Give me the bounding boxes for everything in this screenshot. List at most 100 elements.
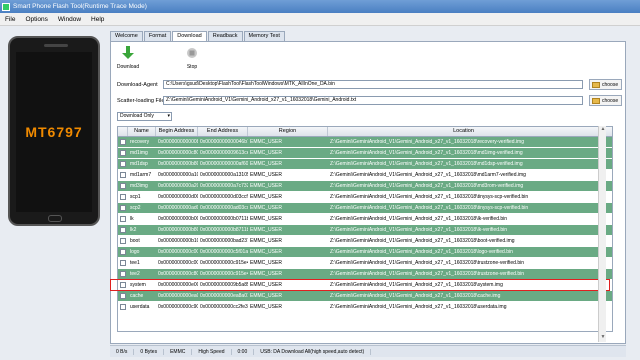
checkbox[interactable] bbox=[120, 194, 126, 200]
tab-memory-test[interactable]: Memory Test bbox=[243, 31, 285, 41]
menu-options[interactable]: Options bbox=[20, 16, 52, 23]
table-row[interactable]: md1arm7 0x0000000000a1000000x0000000000a1… bbox=[118, 170, 612, 181]
table-row[interactable]: md3img 0x0000000000a2000000x0000000000a7c… bbox=[118, 181, 612, 192]
table-row[interactable]: boot 0x0000000000b1000000x0000000000bad23… bbox=[118, 236, 612, 247]
row-checkbox[interactable] bbox=[118, 258, 128, 268]
checkbox[interactable] bbox=[120, 172, 126, 178]
row-checkbox[interactable] bbox=[118, 236, 128, 246]
cell-end-address: 0x0000000000b0711bf bbox=[200, 216, 248, 222]
row-checkbox[interactable] bbox=[118, 214, 128, 224]
cell-region: EMMC_USER bbox=[250, 139, 282, 145]
cell-end-address: 0x0000000000a13105f bbox=[200, 172, 248, 178]
cell-begin-address: 0x0000000000ea000000 bbox=[158, 293, 198, 299]
phone-home-button bbox=[48, 215, 62, 222]
tab-welcome[interactable]: Welcome bbox=[110, 31, 143, 41]
row-checkbox[interactable] bbox=[118, 181, 128, 191]
checkbox[interactable] bbox=[120, 227, 126, 233]
table-row[interactable]: recovery 0x00000000000080000x000000000000… bbox=[118, 137, 612, 148]
folder-icon bbox=[592, 97, 600, 104]
table-row[interactable]: lk2 0x0000000000b8000000x0000000000b8711b… bbox=[118, 225, 612, 236]
checkbox[interactable] bbox=[120, 293, 126, 299]
download-agent-choose-button[interactable]: choose bbox=[589, 79, 622, 90]
row-checkbox[interactable] bbox=[118, 192, 128, 202]
scatter-choose-button[interactable]: choose bbox=[589, 95, 622, 106]
cell-name: boot bbox=[130, 238, 140, 244]
table-row[interactable]: scp2 0x0000000000ad000000x0000000000ad03c… bbox=[118, 203, 612, 214]
cell-region: EMMC_USER bbox=[250, 172, 282, 178]
checkbox[interactable] bbox=[120, 161, 126, 167]
checkbox[interactable] bbox=[120, 260, 126, 266]
table-row[interactable]: ✓ system 0x0000000000e0000000x00000000009b… bbox=[118, 280, 612, 291]
cell-location: Z:\Gemini\GeminiAndroid_V1\Gemini_Androi… bbox=[330, 293, 501, 299]
menu-window[interactable]: Window bbox=[53, 16, 86, 23]
row-checkbox[interactable] bbox=[118, 247, 128, 257]
row-checkbox[interactable] bbox=[118, 203, 128, 213]
cell-end-address: 0x00000000000046b78 bbox=[200, 139, 248, 145]
checkbox[interactable] bbox=[120, 238, 126, 244]
checkbox[interactable] bbox=[120, 249, 126, 255]
row-checkbox[interactable] bbox=[118, 225, 128, 235]
cell-begin-address: 0x0000000000008000 bbox=[158, 139, 198, 145]
scroll-down-icon[interactable]: ▼ bbox=[599, 334, 607, 342]
table-row[interactable]: tee2 0x0000000000c8000000x0000000000c915e… bbox=[118, 269, 612, 280]
cell-begin-address: 0x0000000000b100000 bbox=[158, 238, 198, 244]
scroll-up-icon[interactable]: ▲ bbox=[599, 126, 607, 134]
cell-begin-address: 0x0000000000a100000 bbox=[158, 172, 198, 178]
table-row[interactable]: md1img 0x0000000000c8000000x0000000000961… bbox=[118, 148, 612, 159]
checkbox[interactable]: ✓ bbox=[120, 282, 126, 288]
cell-region: EMMC_USER bbox=[250, 293, 282, 299]
menu-file[interactable]: File bbox=[0, 16, 20, 23]
phone-speaker bbox=[44, 44, 68, 47]
cell-location: Z:\Gemini\GeminiAndroid_V1\Gemini_Androi… bbox=[330, 282, 503, 288]
download-button[interactable]: Download bbox=[113, 46, 143, 70]
table-row[interactable]: lk 0x0000000000b0000000x0000000000b0711bf… bbox=[118, 214, 612, 225]
cell-begin-address: 0x0000000000c000000 bbox=[158, 249, 198, 255]
download-agent-field[interactable]: C:\Users\gsud\Desktop\FlashTool\FlashToo… bbox=[163, 80, 583, 89]
tab-readback[interactable]: Readback bbox=[207, 31, 243, 41]
main-area: Welcome Format Download Readback Memory … bbox=[110, 26, 626, 344]
tab-download[interactable]: Download bbox=[172, 31, 207, 41]
row-checkbox[interactable] bbox=[118, 137, 128, 147]
cell-location: Z:\Gemini\GeminiAndroid_V1\Gemini_Androi… bbox=[330, 304, 507, 310]
table-row[interactable]: md1dsp 0x0000000000b8000000x000000000000a… bbox=[118, 159, 612, 170]
table-header: Name Begin Address End Address Region Lo… bbox=[118, 127, 612, 137]
mode-select[interactable]: Download Only ▾ bbox=[117, 112, 172, 121]
checkbox[interactable] bbox=[120, 139, 126, 145]
menu-help[interactable]: Help bbox=[86, 16, 109, 23]
row-checkbox[interactable] bbox=[118, 148, 128, 158]
table-body: recovery0x00000000000080000x000000000000… bbox=[118, 137, 612, 313]
stop-icon bbox=[187, 48, 197, 58]
checkbox[interactable] bbox=[120, 271, 126, 277]
title-bar: Smart Phone Flash Tool(Runtime Trace Mod… bbox=[0, 0, 640, 13]
cell-location: Z:\Gemini\GeminiAndroid_V1\Gemini_Androi… bbox=[330, 194, 529, 200]
table-row[interactable]: scp1 0x0000000000d0000000x0000000000d03cc… bbox=[118, 192, 612, 203]
row-checkbox[interactable] bbox=[118, 291, 128, 301]
row-checkbox[interactable]: ✓ bbox=[118, 280, 128, 290]
phone-illustration: MT6797 bbox=[8, 36, 100, 226]
phone-screen: MT6797 bbox=[16, 52, 92, 212]
cell-end-address: 0x0000000000c915e4f bbox=[200, 271, 248, 277]
row-checkbox[interactable] bbox=[118, 159, 128, 169]
cell-end-address: 0x0000000000bad237f bbox=[200, 238, 248, 244]
cell-region: EMMC_USER bbox=[250, 271, 282, 277]
stop-button[interactable]: Stop bbox=[177, 46, 207, 70]
header-location: Location bbox=[328, 127, 600, 136]
scatter-file-field[interactable]: Z:\Gemini\GeminiAndroid_V1\Gemini_Androi… bbox=[163, 96, 583, 105]
cell-begin-address: 0x0000000000b800000 bbox=[158, 161, 198, 167]
checkbox[interactable] bbox=[120, 183, 126, 189]
row-checkbox[interactable] bbox=[118, 170, 128, 180]
table-scrollbar[interactable]: ▲ ▼ bbox=[598, 126, 606, 342]
cell-location: Z:\Gemini\GeminiAndroid_V1\Gemini_Androi… bbox=[330, 227, 508, 233]
checkbox[interactable] bbox=[120, 150, 126, 156]
header-begin: Begin Address bbox=[156, 127, 198, 136]
table-row[interactable]: tee1 0x0000000000c0000000x0000000000c915e… bbox=[118, 258, 612, 269]
table-row[interactable]: userdata 0x0000000000c90000000x0000000000… bbox=[118, 302, 612, 313]
checkbox[interactable] bbox=[120, 304, 126, 310]
table-row[interactable]: logo 0x0000000000c0000000x0000000000c5f01… bbox=[118, 247, 612, 258]
checkbox[interactable] bbox=[120, 205, 126, 211]
row-checkbox[interactable] bbox=[118, 269, 128, 279]
row-checkbox[interactable] bbox=[118, 302, 128, 312]
checkbox[interactable] bbox=[120, 216, 126, 222]
tab-format[interactable]: Format bbox=[143, 31, 172, 41]
table-row[interactable]: cache 0x0000000000ea0000000x0000000000ea8… bbox=[118, 291, 612, 302]
